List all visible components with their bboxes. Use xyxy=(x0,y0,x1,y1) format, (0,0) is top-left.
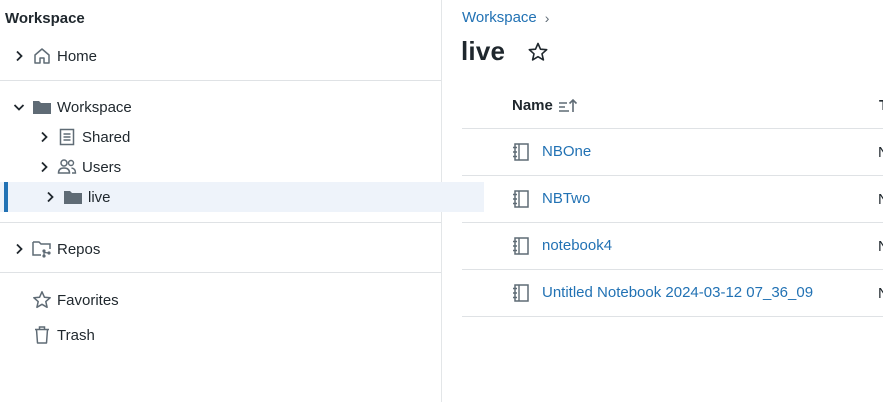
notebook-icon xyxy=(511,236,531,256)
sidebar-item-trash[interactable]: Trash xyxy=(0,320,473,350)
page-title: live xyxy=(461,36,506,66)
table-row[interactable]: NBTwo N xyxy=(462,176,883,223)
notebook-icon xyxy=(511,189,531,209)
repo-folder-icon xyxy=(32,239,52,259)
notebook-link[interactable]: NBOne xyxy=(542,143,591,160)
sort-ascending-icon[interactable] xyxy=(553,98,578,114)
notebook-link[interactable]: notebook4 xyxy=(542,237,612,254)
sidebar-item-label: Workspace xyxy=(57,98,132,116)
divider xyxy=(0,222,441,223)
type-cell: N xyxy=(878,144,883,161)
sidebar-item-label: Users xyxy=(82,158,122,176)
sidebar-item-home[interactable]: Home xyxy=(0,41,453,71)
favorite-star-button[interactable] xyxy=(527,41,549,63)
divider xyxy=(0,272,441,273)
type-column-header[interactable]: T xyxy=(879,97,883,114)
name-column-header[interactable]: Name xyxy=(512,97,578,114)
table-row[interactable]: notebook4 N xyxy=(462,223,883,270)
sidebar-item-label: live xyxy=(88,188,111,206)
home-icon xyxy=(32,46,52,66)
sidebar-title: Workspace xyxy=(5,10,85,27)
chevron-right-icon[interactable] xyxy=(12,242,26,256)
divider xyxy=(0,80,441,81)
table-row[interactable]: Untitled Notebook 2024-03-12 07_36_09 N xyxy=(462,270,883,317)
sidebar-item-label: Trash xyxy=(57,326,95,344)
chevron-right-icon[interactable] xyxy=(37,130,51,144)
table-row[interactable]: NBOne N xyxy=(462,129,883,176)
breadcrumb-workspace-link[interactable]: Workspace xyxy=(462,9,537,26)
chevron-right-icon[interactable] xyxy=(43,190,57,204)
star-icon xyxy=(32,290,52,310)
folder-icon xyxy=(63,187,83,207)
sidebar-item-live[interactable]: live xyxy=(0,182,484,212)
notebook-link[interactable]: NBTwo xyxy=(542,190,590,207)
trash-icon xyxy=(32,325,52,345)
notebook-icon xyxy=(511,142,531,162)
workspace-sidebar: Workspace Home Workspace Shared Users li… xyxy=(0,0,484,402)
type-cell: N xyxy=(878,285,883,302)
star-icon xyxy=(528,42,548,61)
chevron-right-icon[interactable] xyxy=(37,160,51,174)
users-icon xyxy=(57,157,77,177)
breadcrumb: Workspace › xyxy=(462,9,549,26)
sidebar-item-users[interactable]: Users xyxy=(0,152,478,182)
name-header-label: Name xyxy=(512,97,553,114)
file-table: Name T NBOne N NBTwo N notebook4 N Untit… xyxy=(462,84,883,317)
type-cell: N xyxy=(878,238,883,255)
breadcrumb-separator: › xyxy=(544,9,550,26)
sidebar-item-shared[interactable]: Shared xyxy=(0,122,478,152)
notebook-link[interactable]: Untitled Notebook 2024-03-12 07_36_09 xyxy=(542,284,813,301)
chevron-down-icon[interactable] xyxy=(12,100,26,114)
sidebar-item-favorites[interactable]: Favorites xyxy=(0,285,473,315)
sidebar-item-label: Repos xyxy=(57,240,101,258)
chevron-right-icon[interactable] xyxy=(12,49,26,63)
shared-document-icon xyxy=(57,127,77,147)
sidebar-item-label: Favorites xyxy=(57,291,119,309)
sidebar-item-workspace[interactable]: Workspace xyxy=(0,92,453,122)
folder-icon xyxy=(32,97,52,117)
table-header: Name T xyxy=(462,84,883,129)
type-cell: N xyxy=(878,191,883,208)
notebook-icon xyxy=(511,283,531,303)
sidebar-item-label: Home xyxy=(57,47,98,65)
sidebar-item-repos[interactable]: Repos xyxy=(0,234,453,264)
sidebar-item-label: Shared xyxy=(82,128,131,146)
